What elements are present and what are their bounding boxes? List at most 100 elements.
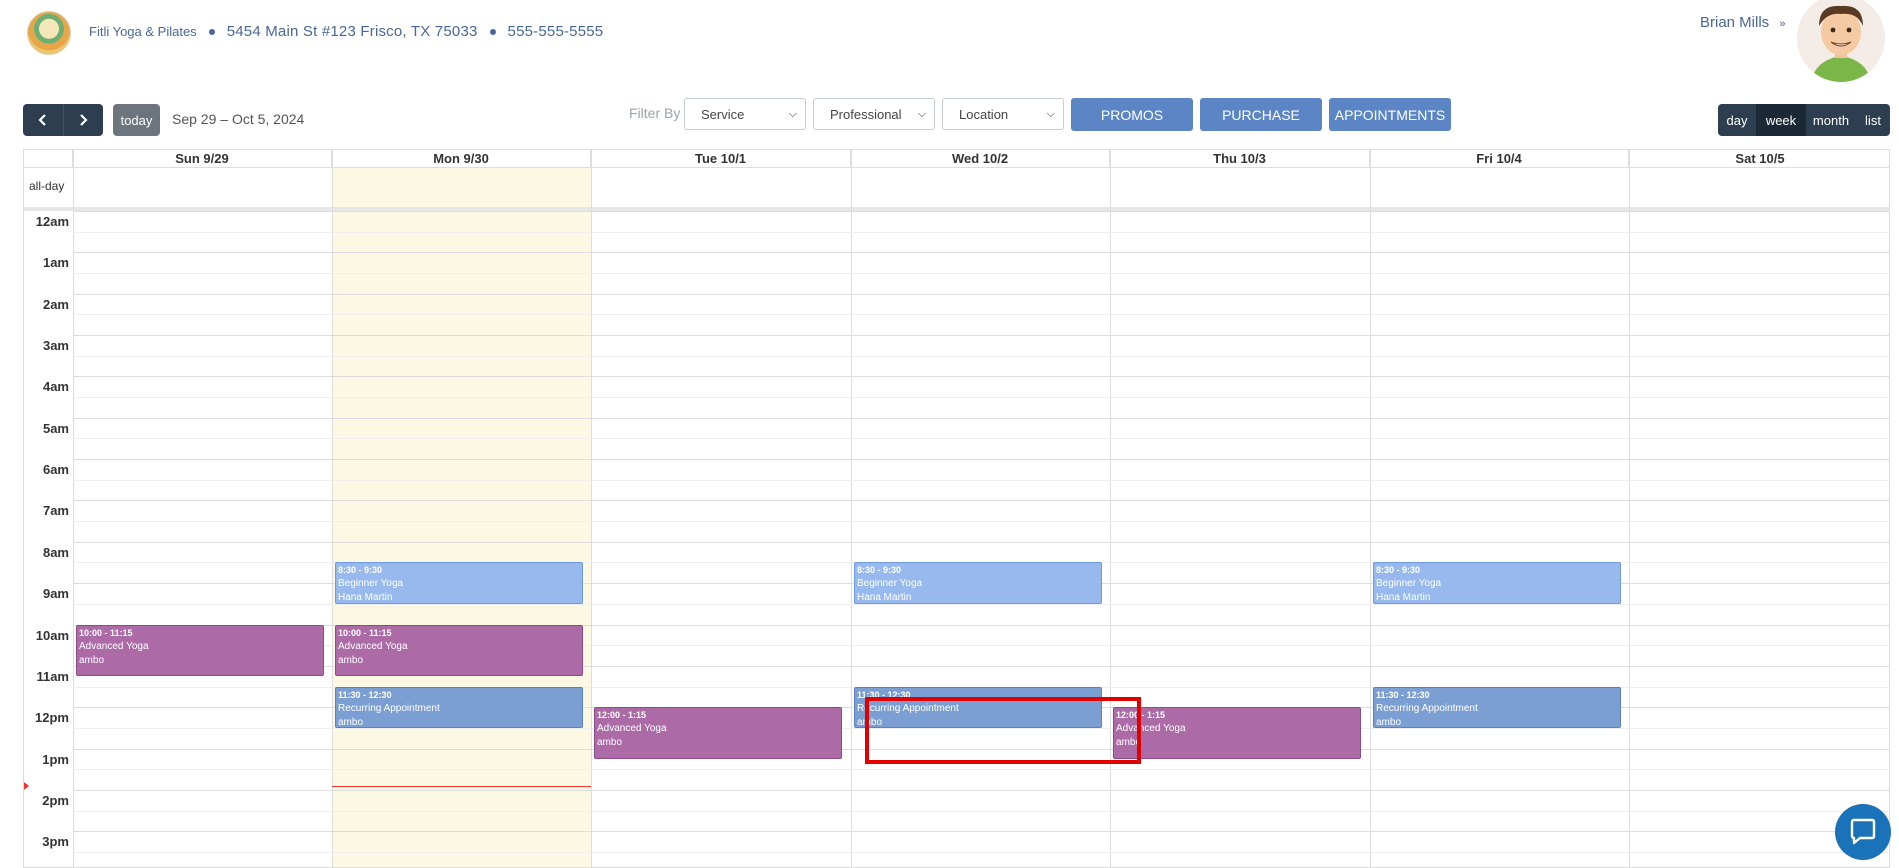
current-time-arrow-icon <box>24 782 29 790</box>
hour-label: 9am <box>42 586 69 602</box>
service-filter-value: Service <box>701 107 745 122</box>
event-title: Beginner Yoga <box>338 578 404 590</box>
event-time: 8:30 - 9:30 <box>1376 565 1421 576</box>
chat-button[interactable] <box>1835 804 1891 860</box>
location-filter-select[interactable]: Location ⌵ <box>942 98 1064 130</box>
column-line <box>1370 150 1371 867</box>
grid-line <box>73 500 1889 502</box>
chevron-down-icon[interactable]: » <box>1779 18 1785 30</box>
chevron-right-icon <box>80 114 88 126</box>
grid-line <box>73 479 1889 481</box>
event-title: Beginner Yoga <box>857 578 923 590</box>
event-title: Advanced Yoga <box>597 723 667 735</box>
event-time: 12:00 - 1:15 <box>597 710 647 721</box>
hour-label: 6am <box>42 462 69 478</box>
hour-label: 1am <box>42 255 69 271</box>
hour-label: 4am <box>42 379 69 395</box>
filter-label: Filter By <box>629 105 681 121</box>
professional-filter-select[interactable]: Professional ⌵ <box>813 98 935 130</box>
user-name[interactable]: Brian Mills <box>1700 14 1769 31</box>
calendar-event[interactable]: 10:00 - 11:15 Advanced Yoga ambo <box>76 624 324 677</box>
promos-button[interactable]: PROMOS <box>1071 98 1193 131</box>
grid-line <box>73 293 1889 295</box>
hour-label: 7am <box>42 503 69 519</box>
column-line <box>851 150 852 867</box>
day-view-button[interactable]: day <box>1718 104 1756 136</box>
business-phone: 555-555-5555 <box>507 23 604 40</box>
day-header-sun[interactable]: Sun 9/29 <box>73 150 332 167</box>
grid-line <box>73 397 1889 399</box>
hour-label: 2am <box>42 296 69 312</box>
chevron-down-icon: ⌵ <box>917 108 926 120</box>
grid-line <box>73 252 1889 254</box>
month-view-button[interactable]: month <box>1806 104 1856 136</box>
day-header-tue[interactable]: Tue 10/1 <box>591 150 851 167</box>
calendar-event[interactable]: 12:00 - 1:15 Advanced Yoga ambo <box>594 707 842 759</box>
day-header-thu[interactable]: Thu 10/3 <box>1110 150 1370 167</box>
business-info: Fitli Yoga & Pilates 5454 Main St #123 F… <box>89 23 603 40</box>
hour-label: 12pm <box>35 710 69 726</box>
grid-line <box>73 211 1889 212</box>
event-professional: ambo <box>338 716 364 728</box>
event-time: 8:30 - 9:30 <box>857 565 902 576</box>
event-title: Recurring Appointment <box>338 702 440 714</box>
grid-line <box>73 789 1889 791</box>
current-time-line <box>332 786 591 787</box>
selected-event-highlight <box>865 697 1141 764</box>
calendar-event[interactable]: 12:00 - 1:15 Advanced Yoga ambo <box>1113 707 1361 759</box>
event-time: 10:00 - 11:15 <box>79 627 133 638</box>
hour-label: 11am <box>36 668 69 684</box>
event-title: Advanced Yoga <box>338 640 408 652</box>
time-gutter-header <box>24 150 73 167</box>
hour-label: 3pm <box>42 834 69 850</box>
column-line <box>1629 150 1630 867</box>
event-title: Advanced Yoga <box>79 640 149 652</box>
hour-label: 10am <box>35 627 69 643</box>
grid-line <box>73 231 1889 233</box>
day-header-fri[interactable]: Fri 10/4 <box>1370 150 1629 167</box>
date-range-title: Sep 29 – Oct 5, 2024 <box>172 111 305 127</box>
calendar-event[interactable]: 8:30 - 9:30 Beginner Yoga Hana Martin <box>854 562 1102 604</box>
week-view-button[interactable]: week <box>1756 104 1806 136</box>
chevron-down-icon: ⌵ <box>788 108 797 120</box>
chevron-left-icon <box>38 114 46 126</box>
calendar-event[interactable]: 8:30 - 9:30 Beginner Yoga Hana Martin <box>1373 562 1621 604</box>
business-name[interactable]: Fitli Yoga & Pilates <box>89 24 197 39</box>
week-calendar: Sun 9/29 Mon 9/30 Tue 10/1 Wed 10/2 Thu … <box>23 149 1890 868</box>
avatar[interactable] <box>1797 0 1885 82</box>
hour-label: 8am <box>42 544 69 560</box>
hour-label: 3am <box>42 338 69 354</box>
purchase-button[interactable]: PURCHASE <box>1200 98 1322 131</box>
event-time: 11:30 - 12:30 <box>1376 689 1430 700</box>
column-line <box>73 150 74 867</box>
view-switcher: day week month list <box>1718 104 1890 136</box>
grid-line <box>73 355 1889 357</box>
event-time: 8:30 - 9:30 <box>338 565 383 576</box>
event-title: Recurring Appointment <box>1376 702 1478 714</box>
prev-week-button[interactable] <box>23 104 63 136</box>
day-header-mon[interactable]: Mon 9/30 <box>332 150 591 167</box>
calendar-event[interactable]: 10:00 - 11:15 Advanced Yoga ambo <box>335 624 583 677</box>
user-menu[interactable]: Brian Mills » <box>1700 14 1785 31</box>
all-day-row[interactable] <box>24 167 1889 207</box>
day-header-wed[interactable]: Wed 10/2 <box>851 150 1110 167</box>
calendar-event[interactable]: 8:30 - 9:30 Beginner Yoga Hana Martin <box>335 562 583 604</box>
next-week-button[interactable] <box>62 104 104 136</box>
event-professional: Hana Martin <box>338 592 393 604</box>
hour-label: 2pm <box>42 792 69 808</box>
chat-bubble-icon <box>1850 818 1876 845</box>
event-title: Advanced Yoga <box>1116 723 1186 735</box>
day-header-sat[interactable]: Sat 10/5 <box>1629 150 1889 167</box>
calendar-event[interactable]: 11:30 - 12:30 Recurring Appointment ambo <box>1373 686 1621 728</box>
prev-next-group <box>23 104 103 136</box>
grid-line <box>73 521 1889 523</box>
today-button[interactable]: today <box>113 104 160 136</box>
business-logo[interactable] <box>27 11 71 55</box>
grid-line <box>73 273 1889 275</box>
calendar-event[interactable]: 11:30 - 12:30 Recurring Appointment ambo <box>335 686 583 728</box>
appointments-button[interactable]: APPOINTMENTS <box>1329 98 1451 131</box>
list-view-button[interactable]: list <box>1856 104 1890 136</box>
grid-line <box>73 541 1889 543</box>
service-filter-select[interactable]: Service ⌵ <box>684 98 806 130</box>
grid-line <box>73 417 1889 419</box>
